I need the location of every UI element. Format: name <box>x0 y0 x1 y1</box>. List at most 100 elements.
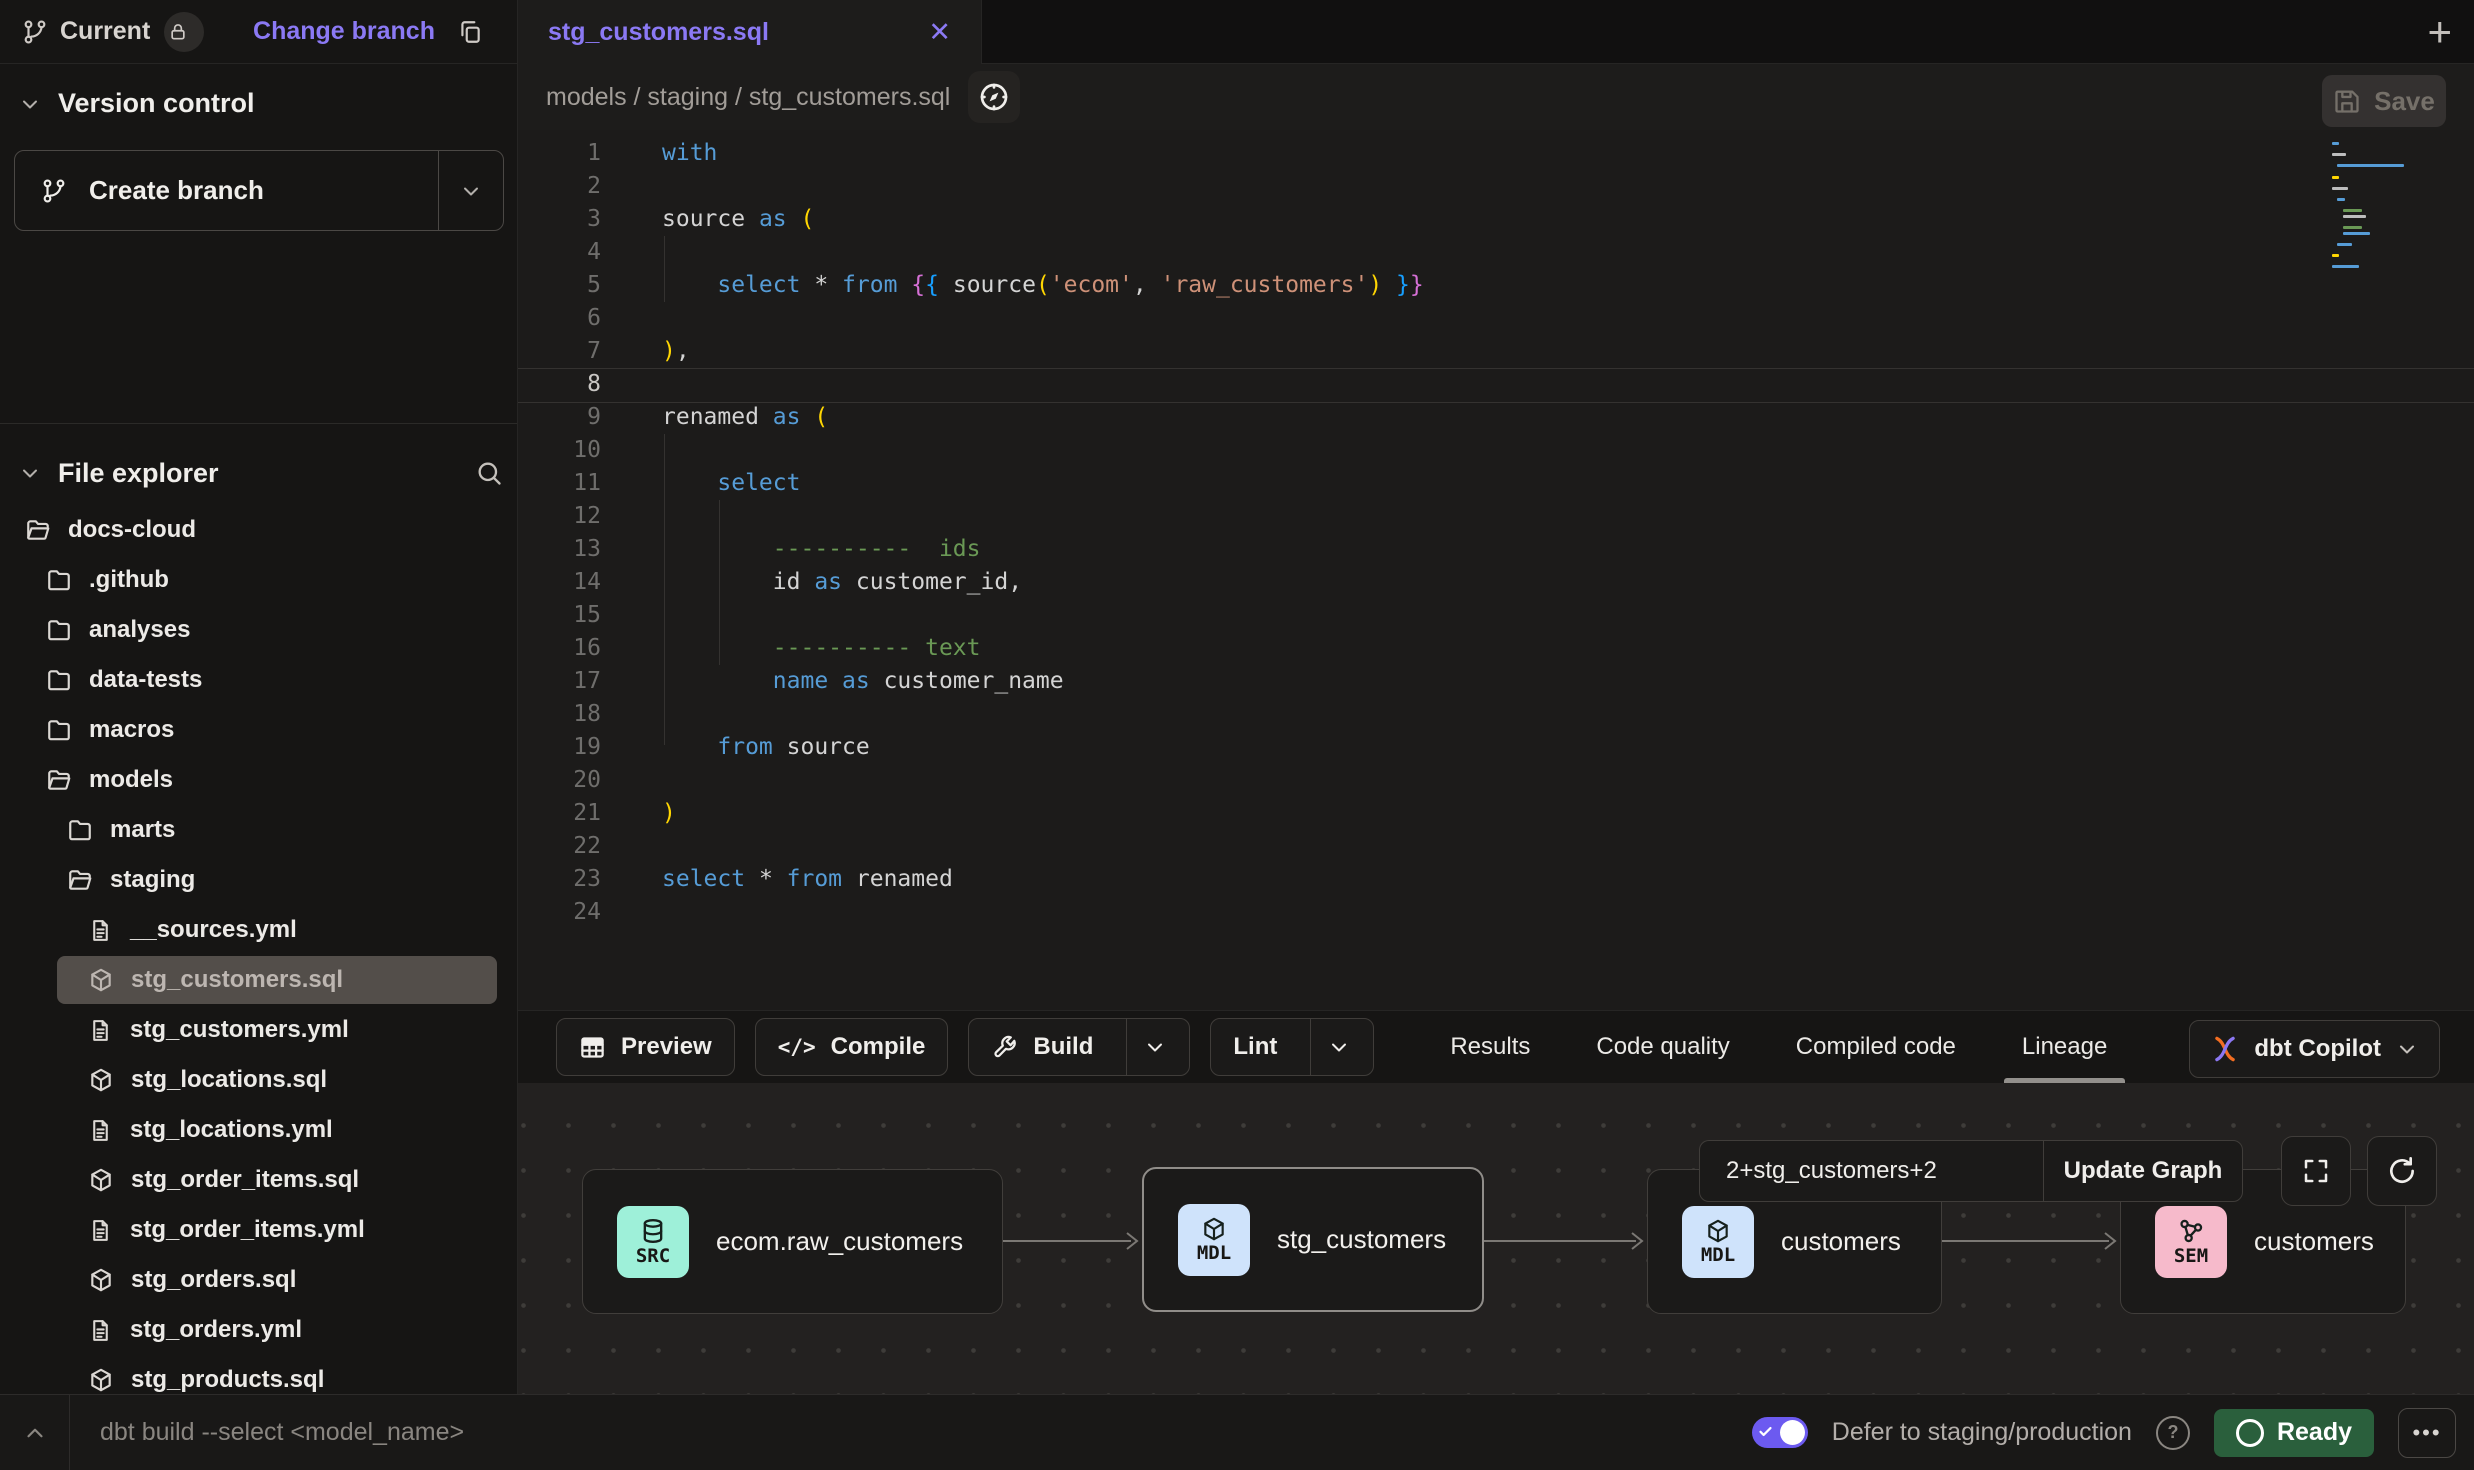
file-explorer-header[interactable]: File explorer <box>18 447 503 499</box>
file-item-data-tests[interactable]: data-tests <box>0 655 511 705</box>
file-item-label: macros <box>89 716 174 744</box>
panel-tab-code-quality[interactable]: Code quality <box>1596 1011 1729 1083</box>
defer-toggle[interactable] <box>1752 1417 1808 1448</box>
chevron-down-icon <box>459 179 483 203</box>
lint-button[interactable]: Lint <box>1210 1018 1374 1076</box>
breadcrumb-bar: models / staging / stg_customers.sql Sav… <box>518 64 2474 130</box>
editor-minimap[interactable] <box>2332 142 2450 287</box>
file-item-label: stg_locations.yml <box>130 1116 333 1144</box>
line-number: 5 <box>518 269 621 302</box>
folder-open-icon <box>67 867 93 893</box>
lint-dropdown[interactable] <box>1310 1019 1351 1075</box>
file-item-stg_orders.yml[interactable]: stg_orders.yml <box>0 1305 511 1355</box>
change-branch-link[interactable]: Change branch <box>253 17 435 46</box>
compile-button[interactable]: </> Compile <box>755 1018 949 1076</box>
line-number: 11 <box>518 467 621 500</box>
compile-label: Compile <box>831 1033 926 1061</box>
code-line: name as customer_name <box>662 665 2314 698</box>
build-dropdown[interactable] <box>1126 1019 1167 1075</box>
preview-button[interactable]: Preview <box>556 1018 735 1076</box>
file-explorer-title: File explorer <box>58 458 219 489</box>
badge-label: SEM <box>2174 1247 2208 1266</box>
sidebar-divider <box>0 423 517 424</box>
dbt-copilot-icon <box>2210 1034 2240 1064</box>
current-branch-label: Current <box>60 17 150 46</box>
dbt-copilot-button[interactable]: dbt Copilot <box>2189 1020 2440 1078</box>
file-item-.github[interactable]: .github <box>0 555 511 605</box>
more-options-button[interactable]: ••• <box>2398 1408 2456 1458</box>
fullscreen-button[interactable] <box>2281 1136 2351 1206</box>
branch-lock-badge <box>164 12 204 52</box>
command-input[interactable]: dbt build --select <model_name> <box>100 1395 464 1470</box>
ready-status-button[interactable]: Ready <box>2214 1409 2374 1457</box>
lineage-panel[interactable]: SRCecom.raw_customersMDLstg_customersMDL… <box>518 1083 2474 1395</box>
save-icon <box>2333 87 2361 115</box>
table-icon <box>579 1034 606 1061</box>
line-number-gutter: 123456789101112131415161718192021222324 <box>518 137 621 929</box>
file-item-stg_order_items.yml[interactable]: stg_order_items.yml <box>0 1205 511 1255</box>
panel-tabs: Results Code quality Compiled code Lineage <box>1450 1011 2107 1083</box>
file-item-macros[interactable]: macros <box>0 705 511 755</box>
line-number: 14 <box>518 566 621 599</box>
lineage-selector-input[interactable]: 2+stg_customers+2 <box>1699 1140 2043 1202</box>
model-cube-icon <box>88 967 114 993</box>
refresh-button[interactable] <box>2367 1136 2437 1206</box>
file-item-__sources.yml[interactable]: __sources.yml <box>0 905 511 955</box>
file-item-stg_orders.sql[interactable]: stg_orders.sql <box>0 1255 511 1305</box>
file-item-stg_customers.yml[interactable]: stg_customers.yml <box>0 1005 511 1055</box>
panel-tab-results[interactable]: Results <box>1450 1011 1530 1083</box>
build-button[interactable]: Build <box>968 1018 1190 1076</box>
lineage-node-ecom.raw_customers[interactable]: SRCecom.raw_customers <box>582 1169 1003 1314</box>
editor-tab-stg-customers[interactable]: stg_customers.sql ✕ <box>518 0 982 64</box>
panel-tab-lineage[interactable]: Lineage <box>2022 1011 2107 1083</box>
copy-icon[interactable] <box>457 19 483 45</box>
close-tab-icon[interactable]: ✕ <box>928 17 951 48</box>
new-tab-button[interactable]: + <box>2427 8 2452 56</box>
breadcrumb: models / staging / stg_customers.sql <box>546 83 950 112</box>
line-number: 24 <box>518 896 621 929</box>
line-number: 19 <box>518 731 621 764</box>
file-item-stg_products.sql[interactable]: stg_products.sql <box>0 1355 511 1395</box>
folder-icon <box>46 667 72 693</box>
expand-icon <box>2301 1156 2331 1186</box>
file-item-staging[interactable]: staging <box>0 855 511 905</box>
file-item-stg_order_items.sql[interactable]: stg_order_items.sql <box>0 1155 511 1205</box>
code-line: select <box>662 467 2314 500</box>
create-branch-button[interactable]: Create branch <box>14 150 504 231</box>
code-line: with <box>662 137 2314 170</box>
create-branch-main[interactable]: Create branch <box>15 151 438 230</box>
code-line: select * from renamed <box>662 863 2314 896</box>
lineage-node-stg_customers[interactable]: MDLstg_customers <box>1142 1167 1484 1312</box>
file-item-stg_locations.yml[interactable]: stg_locations.yml <box>0 1105 511 1155</box>
file-item-marts[interactable]: marts <box>0 805 511 855</box>
command-bar-expand-button[interactable] <box>0 1395 70 1470</box>
file-item-docs-cloud[interactable]: docs-cloud <box>0 505 511 555</box>
save-button[interactable]: Save <box>2322 75 2446 127</box>
search-icon[interactable] <box>475 459 503 487</box>
code-line: ---------- text <box>662 632 2314 665</box>
version-control-header[interactable]: Version control <box>18 88 255 119</box>
line-number: 4 <box>518 236 621 269</box>
toggle-knob <box>1780 1420 1805 1445</box>
chevron-down-icon <box>18 461 42 485</box>
help-icon[interactable]: ? <box>2156 1416 2190 1450</box>
lineage-edge <box>1003 1229 1142 1253</box>
file-item-stg_customers.sql[interactable]: stg_customers.sql <box>0 955 511 1005</box>
file-item-stg_locations.sql[interactable]: stg_locations.sql <box>0 1055 511 1105</box>
chevron-down-icon <box>1327 1035 1351 1059</box>
file-item-label: models <box>89 766 173 794</box>
create-branch-dropdown[interactable] <box>438 151 503 230</box>
panel-tab-compiled-code[interactable]: Compiled code <box>1796 1011 1956 1083</box>
file-item-label: __sources.yml <box>130 916 297 944</box>
code-line <box>662 599 2314 632</box>
file-item-label: stg_orders.yml <box>130 1316 302 1344</box>
navigate-button[interactable] <box>968 71 1020 123</box>
code-editor[interactable]: 123456789101112131415161718192021222324 … <box>518 130 2474 1010</box>
file-item-models[interactable]: models <box>0 755 511 805</box>
file-item-label: staging <box>110 866 195 894</box>
folder-icon <box>46 567 72 593</box>
file-item-analyses[interactable]: analyses <box>0 605 511 655</box>
update-graph-button[interactable]: Update Graph <box>2043 1140 2243 1202</box>
code-line <box>662 170 2314 203</box>
code-brackets-icon: </> <box>778 1035 816 1059</box>
